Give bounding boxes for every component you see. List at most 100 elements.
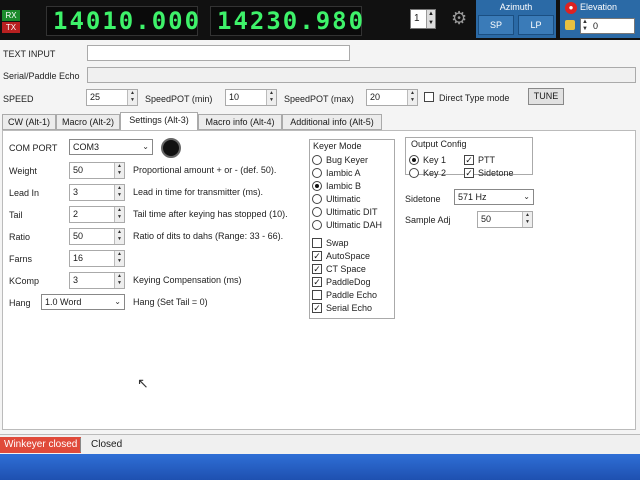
speed-label: SPEED	[3, 94, 34, 104]
chevron-down-icon: ⌄	[114, 297, 121, 306]
sidetone-checkbox[interactable]: ✓	[464, 168, 474, 178]
iambic-b-label: Iambic B	[326, 181, 362, 191]
short-path-button[interactable]: SP	[478, 15, 514, 35]
sidetone-select[interactable]: 571 Hz ⌄	[454, 189, 534, 205]
spinner-arrows-icon[interactable]: ▲ ▼	[266, 90, 276, 105]
spinner-arrows-icon[interactable]: ▲ ▼	[582, 19, 591, 33]
hang-label: Hang	[9, 298, 31, 308]
connection-status: Closed	[91, 439, 123, 450]
ct-space-checkbox[interactable]: ✓	[312, 264, 322, 274]
main-panel: TEXT INPUT Serial/Paddle Echo SPEED 25 ▲ ▼…	[0, 40, 640, 434]
gear-icon[interactable]: ⚙	[451, 8, 471, 28]
bug-keyer-label: Bug Keyer	[326, 155, 369, 165]
weight-spinner[interactable]: 50 ▲ ▼	[69, 162, 125, 179]
lead-in-description: Lead in time for transmitter (ms).	[133, 187, 264, 197]
speedpot-max-spinner[interactable]: 20 ▲ ▼	[366, 89, 418, 106]
spinner-arrows-icon[interactable]: ▲ ▼	[127, 90, 137, 105]
ct-space-label: CT Space	[326, 264, 366, 274]
ultimatic-radio[interactable]	[312, 194, 322, 204]
bug-keyer-radio[interactable]	[312, 155, 322, 165]
vfo-spinner[interactable]: 1 ▲ ▼	[410, 9, 436, 29]
vfo-b-frequency[interactable]: 14230.980	[210, 6, 363, 36]
speedpot-min-value: 10	[229, 92, 240, 102]
serial-echo-checkbox[interactable]: ✓	[312, 303, 322, 313]
spinner-arrows-icon[interactable]: ▲ ▼	[114, 163, 124, 178]
lock-icon[interactable]	[565, 20, 575, 30]
iambic-a-radio[interactable]	[312, 168, 322, 178]
key2-label: Key 2	[423, 168, 447, 178]
tab-macro[interactable]: Macro (Alt-2)	[56, 114, 120, 130]
vfo-spinner-value: 1	[414, 13, 420, 24]
swap-checkbox[interactable]	[312, 238, 322, 248]
ultimatic-dit-radio[interactable]	[312, 207, 322, 217]
elevation-input[interactable]: ▲ ▼ 0	[580, 18, 635, 34]
spinner-arrows-icon[interactable]: ▲ ▼	[114, 185, 124, 200]
ultimatic-label: Ultimatic	[326, 194, 361, 204]
com-port-value: COM3	[73, 142, 100, 152]
lead-in-spinner[interactable]: 3 ▲ ▼	[69, 184, 125, 201]
tail-spinner[interactable]: 2 ▲ ▼	[69, 206, 125, 223]
ptt-checkbox[interactable]: ✓	[464, 155, 474, 165]
hang-description: Hang (Set Tail = 0)	[133, 297, 208, 307]
ratio-spinner[interactable]: 50 ▲ ▼	[69, 228, 125, 245]
tab-cw[interactable]: CW (Alt-1)	[2, 114, 56, 130]
status-bar: Winkeyer closed Closed	[0, 434, 640, 454]
rx-indicator: RX	[2, 10, 20, 21]
tab-additional-info[interactable]: Additional info (Alt-5)	[282, 114, 382, 130]
tail-description: Tail time after keying has stopped (10).	[133, 209, 288, 219]
iambic-a-label: Iambic A	[326, 168, 361, 178]
autospace-checkbox[interactable]: ✓	[312, 251, 322, 261]
key2-radio[interactable]	[409, 168, 419, 178]
text-input-label: TEXT INPUT	[3, 49, 56, 59]
spinner-arrows-icon[interactable]: ▲ ▼	[114, 273, 124, 288]
kcomp-spinner[interactable]: 3 ▲ ▼	[69, 272, 125, 289]
spinner-arrows-icon[interactable]: ▲ ▼	[426, 10, 435, 28]
farns-spinner[interactable]: 16 ▲ ▼	[69, 250, 125, 267]
elevation-value: 0	[593, 21, 599, 31]
paddledog-checkbox[interactable]: ✓	[312, 277, 322, 287]
speedpot-min-spinner[interactable]: 10 ▲ ▼	[225, 89, 277, 106]
speed-value: 25	[90, 92, 101, 102]
tune-button[interactable]: TUNE	[528, 88, 564, 105]
top-bar: RX TX 14010.000 14230.980 1 ▲ ▼ ⚙ Azimuth…	[0, 0, 640, 40]
azimuth-panel: Azimuth SP LP	[476, 0, 556, 38]
connect-icon[interactable]	[161, 138, 181, 158]
mouse-cursor-icon: ↖	[137, 375, 149, 391]
ultimatic-dah-radio[interactable]	[312, 220, 322, 230]
spinner-arrows-icon[interactable]: ▲ ▼	[522, 212, 532, 227]
serial-echo-option-label: Serial Echo	[326, 303, 373, 313]
kcomp-label: KComp	[9, 276, 40, 286]
farns-value: 16	[73, 253, 84, 263]
swap-label: Swap	[326, 238, 349, 248]
speedpot-max-label: SpeedPOT (max)	[284, 94, 354, 104]
vfo-a-frequency[interactable]: 14010.000	[46, 6, 199, 36]
com-port-select[interactable]: COM3 ⌄	[69, 139, 153, 155]
farns-label: Farns	[9, 254, 33, 264]
sidetone-freq-label: Sidetone	[405, 194, 441, 204]
hang-select[interactable]: 1.0 Word ⌄	[41, 294, 125, 310]
sidetone-value: 571 Hz	[458, 192, 487, 202]
paddle-echo-checkbox[interactable]	[312, 290, 322, 300]
direct-type-checkbox[interactable]	[424, 92, 434, 102]
spinner-arrows-icon[interactable]: ▲ ▼	[114, 229, 124, 244]
kcomp-description: Keying Compensation (ms)	[133, 275, 242, 285]
spinner-arrows-icon[interactable]: ▲ ▼	[114, 207, 124, 222]
direct-type-label: Direct Type mode	[439, 93, 510, 103]
key1-radio[interactable]	[409, 155, 419, 165]
speedpot-max-value: 20	[370, 92, 381, 102]
winkeyer-status: Winkeyer closed	[0, 437, 82, 453]
speed-spinner[interactable]: 25 ▲ ▼	[86, 89, 138, 106]
elevation-panel: ● Elevation ▲ ▼ 0	[560, 0, 640, 38]
stop-icon[interactable]: ●	[565, 2, 577, 14]
spinner-arrows-icon[interactable]: ▲ ▼	[114, 251, 124, 266]
spinner-arrows-icon[interactable]: ▲ ▼	[407, 90, 417, 105]
long-path-button[interactable]: LP	[518, 15, 554, 35]
status-separator	[80, 438, 81, 452]
tab-macro-info[interactable]: Macro info (Alt-4)	[198, 114, 282, 130]
sample-adj-value: 50	[481, 214, 492, 224]
paddle-echo-label: Paddle Echo	[326, 290, 378, 300]
text-input-field[interactable]	[87, 45, 350, 61]
sample-adj-spinner[interactable]: 50 ▲ ▼	[477, 211, 533, 228]
iambic-b-radio[interactable]	[312, 181, 322, 191]
tab-settings[interactable]: Settings (Alt-3)	[120, 112, 198, 130]
